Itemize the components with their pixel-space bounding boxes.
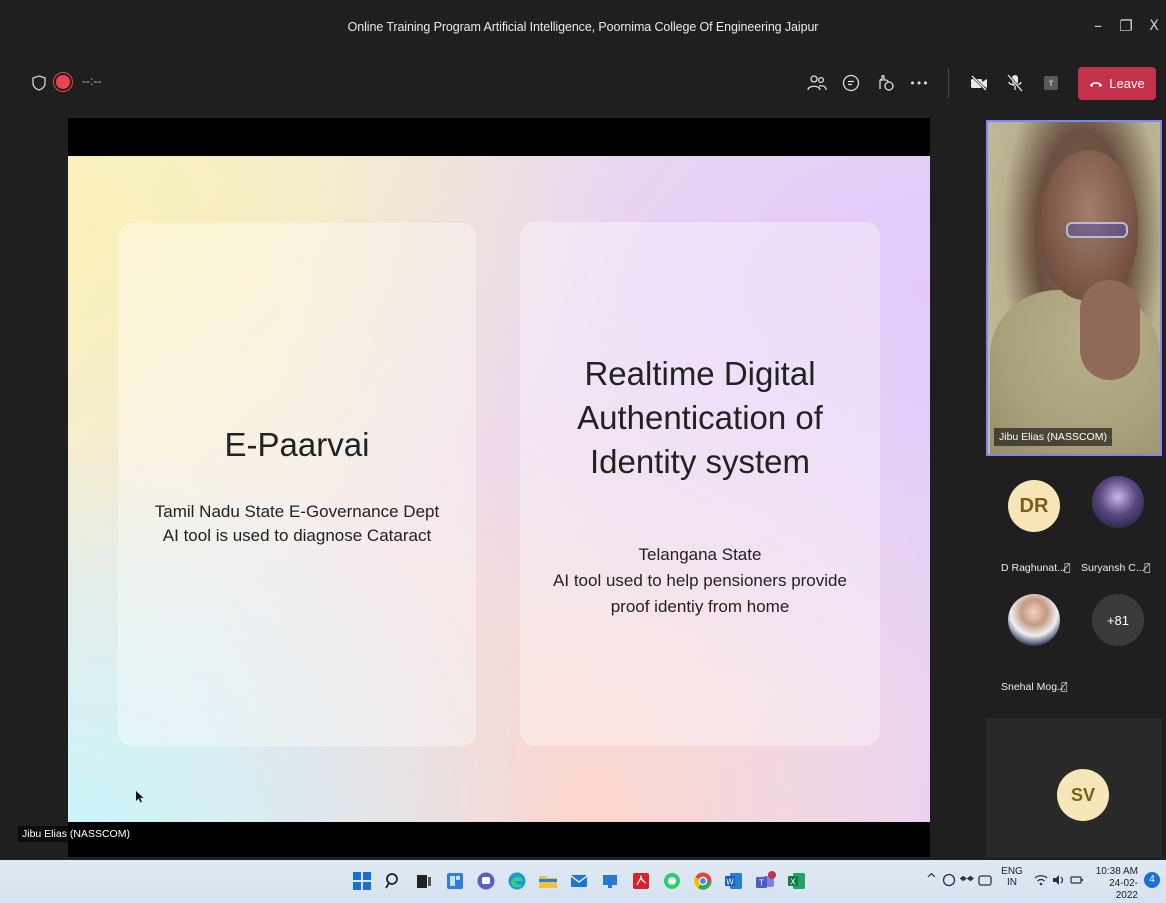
mic-off-icon: 🎙̸ — [1144, 561, 1151, 574]
teams-icon[interactable]: T — [755, 871, 776, 891]
whatsapp-icon[interactable] — [662, 871, 682, 891]
word-icon[interactable]: W — [724, 871, 744, 891]
toolbar-divider — [948, 68, 949, 98]
featured-participant-name: Jibu Elias (NASSCOM) — [994, 428, 1112, 446]
slide-card-right — [520, 222, 880, 746]
leave-button[interactable]: Leave — [1078, 67, 1156, 100]
slide-right-title-line: Identity system — [589, 443, 811, 480]
more-options-icon[interactable]: ••• — [906, 70, 932, 96]
slide-right-subtitle: Telangana State AI tool used to help pen… — [520, 542, 880, 620]
slide-right-title-line: Authentication of — [577, 399, 823, 436]
video-person-hand — [1080, 280, 1140, 380]
svg-text:W: W — [726, 878, 734, 887]
windows-start-icon[interactable] — [352, 871, 372, 891]
mic-off-icon: 🎙̸ — [1064, 561, 1071, 574]
excel-icon[interactable]: X — [787, 871, 807, 891]
wifi-icon[interactable] — [1034, 873, 1048, 892]
presenter-name-label: Jibu Elias (NASSCOM) — [18, 826, 134, 842]
clock[interactable]: 10:38 AM 24-02-2022 — [1092, 866, 1138, 902]
mouse-cursor-icon — [136, 790, 144, 808]
file-explorer-icon[interactable] — [538, 871, 558, 891]
slide-left-title: E-Paarvai — [224, 426, 370, 463]
reactions-icon[interactable] — [872, 70, 898, 96]
recording-indicator-icon — [56, 75, 70, 89]
participant-avatar-dr[interactable]: DR — [1008, 480, 1060, 532]
participant-name-snehal: Snehal Mog... — [1001, 681, 1066, 693]
slide-right-sub-line: proof identiy from home — [610, 597, 790, 616]
slide-left-sub-line: Tamil Nadu State E-Governance Dept — [154, 502, 440, 521]
pdf-reader-icon[interactable] — [631, 871, 651, 891]
svg-text:X: X — [790, 878, 796, 887]
language-line: IN — [1007, 877, 1017, 888]
battery-icon[interactable] — [1070, 873, 1084, 892]
participant-avatar-snehal[interactable] — [1008, 594, 1060, 646]
slide-card-left — [118, 223, 476, 746]
slide-left-subtitle: Tamil Nadu State E-Governance Dept AI to… — [118, 500, 476, 548]
language-line: ENG — [1001, 866, 1023, 877]
camera-off-icon[interactable] — [966, 70, 992, 96]
window-title: Online Training Program Artificial Intel… — [347, 20, 819, 34]
store-icon[interactable] — [600, 871, 620, 891]
slide-right-sub-line: Telangana State — [638, 545, 762, 564]
close-button[interactable]: X — [1140, 14, 1166, 38]
widgets-icon[interactable] — [445, 871, 465, 891]
participants-icon[interactable] — [804, 70, 830, 96]
slide-right-sub-line: AI tool used to help pensioners provide — [553, 571, 847, 590]
volume-icon[interactable] — [1052, 873, 1066, 892]
search-icon[interactable] — [383, 871, 403, 891]
video-person-glasses — [1066, 222, 1128, 238]
slide-left-sub-line: AI tool is used to diagnose Cataract — [162, 526, 432, 545]
leave-label: Leave — [1109, 76, 1145, 91]
slide-right-title: Realtime Digital Authentication of Ident… — [520, 352, 880, 484]
participant-avatar-suryansh[interactable] — [1092, 476, 1144, 528]
shield-icon[interactable] — [26, 70, 52, 96]
clock-date: 24-02-2022 — [1109, 878, 1138, 901]
svg-text:T: T — [758, 879, 764, 888]
mail-icon[interactable] — [569, 871, 589, 891]
minimize-button[interactable]: – — [1084, 14, 1112, 38]
task-view-icon[interactable] — [414, 871, 434, 891]
tray-chevron-icon[interactable]: ^ — [926, 872, 937, 887]
language-indicator[interactable]: ENG IN — [1001, 866, 1023, 888]
clock-time: 10:38 AM — [1095, 866, 1138, 877]
meeting-timer: --:-- — [82, 74, 102, 88]
slide-right-title-line: Realtime Digital — [584, 355, 816, 392]
phone-hangup-icon — [1090, 81, 1103, 87]
mic-off-icon: 🎙̸ — [1061, 680, 1068, 693]
participant-avatar-sv: SV — [1057, 769, 1109, 821]
maximize-button[interactable]: ❐ — [1112, 14, 1140, 38]
participant-name-dr: D Raghunat... — [1001, 562, 1066, 574]
share-screen-icon[interactable] — [1038, 70, 1064, 96]
notification-badge[interactable]: 4 — [1144, 872, 1160, 888]
tray-app-icon[interactable] — [978, 873, 992, 892]
participant-name-suryansh: Suryansh C... — [1081, 562, 1145, 574]
edge-browser-icon[interactable] — [507, 871, 527, 891]
tray-dropbox-icon[interactable] — [959, 873, 974, 892]
chrome-icon[interactable] — [693, 871, 713, 891]
chat-icon[interactable] — [838, 70, 864, 96]
mic-off-icon[interactable] — [1002, 70, 1028, 96]
teams-chat-icon[interactable] — [476, 871, 496, 891]
tray-cloud-icon[interactable] — [942, 873, 956, 892]
more-participants-button[interactable]: +81 — [1092, 594, 1144, 646]
